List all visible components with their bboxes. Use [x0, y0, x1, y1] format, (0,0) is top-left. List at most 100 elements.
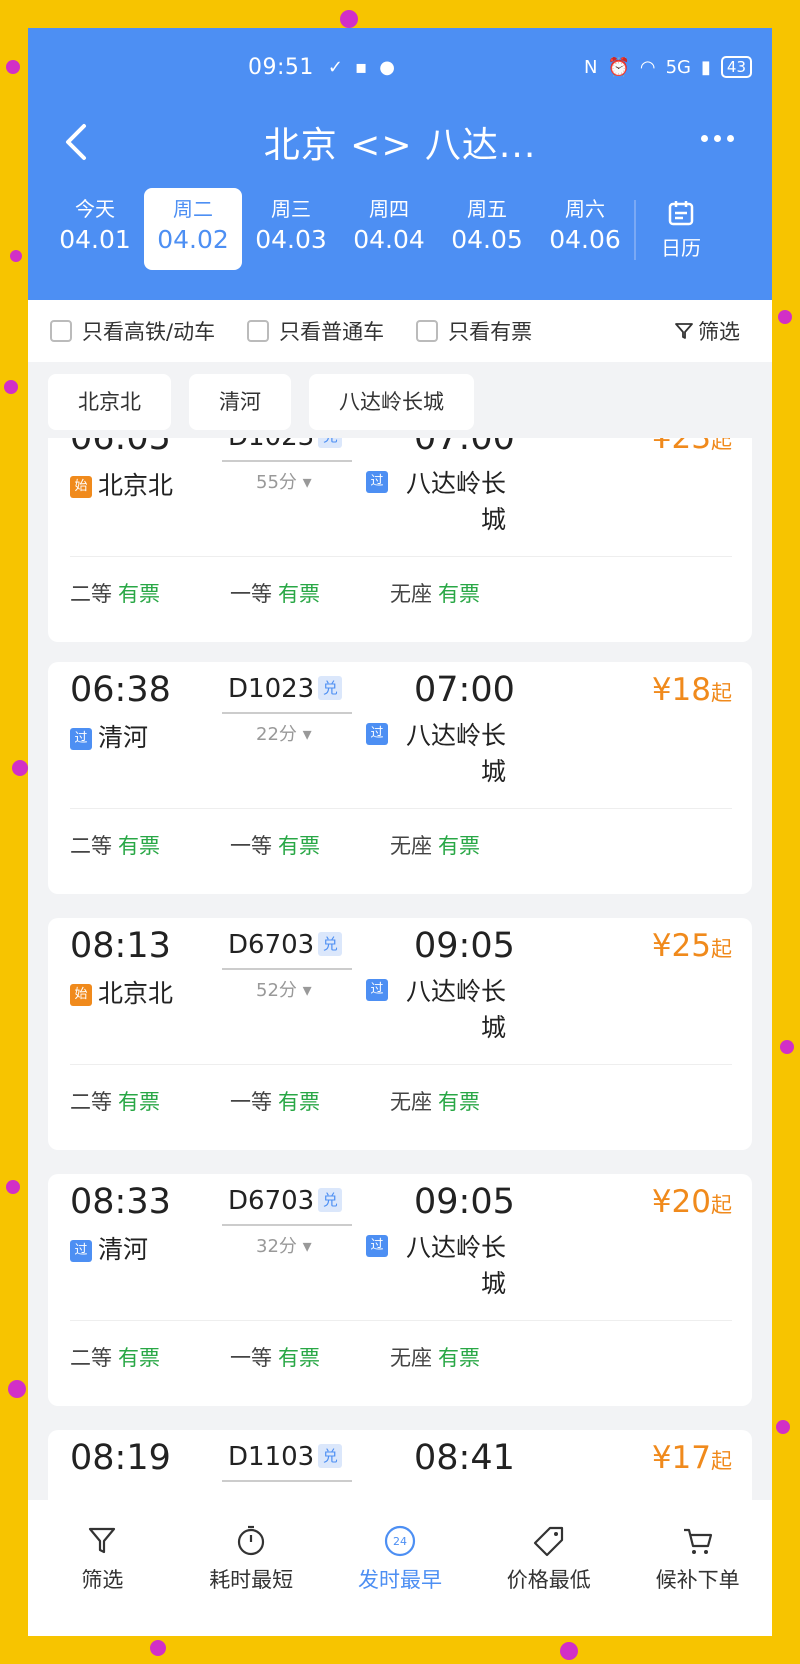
departure-time: 06:38	[70, 670, 171, 710]
sort-label: 耗时最短	[209, 1568, 294, 1592]
signal-icon: ▮	[701, 56, 711, 78]
pass-station-badge: 过	[366, 1235, 388, 1257]
station-chip-beijingbei[interactable]: 北京北	[48, 374, 171, 430]
sort-shortest-duration-button[interactable]: 耗时最短	[186, 1524, 316, 1594]
departure-time: 08:19	[70, 1438, 171, 1478]
seat-class: 无座 有票	[390, 830, 550, 860]
duration[interactable]: 22分 ▾	[256, 720, 312, 746]
train-number-text: D1023	[228, 674, 315, 704]
confetti-dot	[4, 380, 18, 394]
more-options-button[interactable]	[692, 118, 742, 158]
calendar-label: 日历	[661, 236, 701, 260]
seat-status: 有票	[438, 1090, 480, 1114]
sort-earliest-departure-button[interactable]: 24 发时最早	[335, 1524, 465, 1594]
date-tab-label: 周四	[369, 197, 409, 221]
network-label: 5G	[665, 56, 691, 78]
calendar-button[interactable]: 日历	[646, 188, 716, 278]
date-tab-0406[interactable]: 周六 04.06	[536, 188, 634, 270]
message-icon: ●	[379, 56, 395, 78]
divider	[634, 200, 636, 260]
route-line	[222, 1480, 352, 1482]
train-list: 06:05 D1023兑 55分 ▾ 07:00 ¥23起 始北京北 过八达岭长…	[48, 438, 752, 1508]
more-dot-icon	[713, 134, 721, 142]
normal-train-only-checkbox[interactable]: 只看普通车	[247, 316, 384, 346]
departure-station: 始北京北	[70, 974, 173, 1010]
checkbox-icon	[416, 320, 439, 342]
high-speed-only-checkbox[interactable]: 只看高铁/动车	[50, 316, 215, 346]
date-tab-date: 04.06	[549, 225, 621, 254]
divider	[70, 1064, 732, 1065]
departure-station-name: 北京北	[98, 979, 174, 1008]
seat-status: 有票	[118, 582, 160, 606]
page-title: 北京 <> 八达...	[263, 125, 537, 166]
status-time: 09:51	[248, 54, 314, 80]
sort-bar: 筛选 耗时最短 24 发时最早 价格最低 候补下单	[28, 1500, 772, 1636]
station-chip-qinghe[interactable]: 清河	[189, 374, 291, 430]
duration[interactable]: 32分 ▾	[256, 1232, 312, 1258]
departure-station-name: 清河	[98, 723, 149, 752]
dropdown-icon: ▾	[302, 1236, 312, 1257]
price-tag-icon	[533, 1526, 563, 1557]
sort-label: 发时最早	[357, 1568, 442, 1592]
seat-class: 无座 有票	[390, 1342, 550, 1372]
train-card[interactable]: 08:13 D6703 兑 52分 ▾ 09:05 ¥25起 始北京北 过八达岭长…	[48, 918, 752, 1150]
seat-class-name: 二等	[70, 1346, 112, 1370]
date-tab-0403[interactable]: 周三 04.03	[242, 188, 340, 270]
confetti-dot	[776, 1420, 790, 1434]
duration[interactable]: 55分 ▾	[256, 468, 312, 494]
date-tab-0401[interactable]: 今天 04.01	[46, 188, 144, 270]
filter-button[interactable]: 筛选	[674, 316, 740, 346]
waitlist-order-button[interactable]: 候补下单	[633, 1524, 763, 1594]
seat-status: 有票	[118, 1090, 160, 1114]
sort-lowest-price-button[interactable]: 价格最低	[484, 1524, 614, 1594]
seat-class: 二等 有票	[70, 1342, 230, 1372]
departure-time: 06:05	[70, 438, 171, 458]
exchange-badge-icon: 兑	[318, 1444, 343, 1468]
departure-time: 08:33	[70, 1182, 171, 1222]
confetti-dot	[778, 310, 792, 324]
date-tab-date: 04.02	[157, 225, 229, 254]
seat-class-name: 一等	[230, 582, 272, 606]
duration[interactable]: 52分 ▾	[256, 976, 312, 1002]
train-card[interactable]: 08:33 D6703 兑 32分 ▾ 09:05 ¥20起 过清河 过八达岭长城…	[48, 1174, 752, 1406]
arrival-time: 08:41	[414, 1438, 515, 1478]
price-suffix: 起	[711, 1193, 732, 1217]
system-icons: N ⏰ ◠ 5G ▮ 43	[584, 56, 752, 78]
filter-icon	[675, 323, 693, 339]
duration-text: 55分	[256, 472, 297, 493]
seat-class-name: 一等	[230, 834, 272, 858]
date-tab-0402[interactable]: 周二 04.02	[144, 188, 242, 270]
date-tab-label: 周六	[565, 197, 605, 221]
train-number-text: D6703	[228, 930, 315, 960]
train-card[interactable]: 06:38 D1023 兑 22分 ▾ 07:00 ¥18起 过清河 过八达岭长城…	[48, 662, 752, 894]
seat-class: 无座 有票	[390, 578, 550, 608]
divider	[70, 556, 732, 557]
pass-station-badge: 过	[70, 1240, 92, 1262]
pass-station-badge: 过	[70, 728, 92, 750]
price: ¥20起	[652, 1184, 732, 1220]
sort-filter-button[interactable]: 筛选	[37, 1524, 167, 1594]
train-card[interactable]: 08:19 D1103 兑 08:41 ¥17起	[48, 1430, 752, 1508]
battery-indicator: 43	[720, 56, 752, 78]
station-chip-badaling[interactable]: 八达岭长城	[309, 374, 474, 430]
duration-text: 22分	[256, 724, 297, 745]
checkbox-label: 只看普通车	[279, 320, 385, 344]
pass-station-badge: 过	[366, 723, 388, 745]
nfc-icon: N	[583, 56, 598, 78]
train-card[interactable]: 06:05 D1023 兑 55分 ▾ 07:00 ¥23起 始北京北 过八达岭长…	[48, 438, 752, 642]
status-bar: 09:51 ✓ ▪ ● N ⏰ ◠ 5G ▮ 43	[248, 50, 752, 84]
date-tab-0404[interactable]: 周四 04.04	[340, 188, 438, 270]
notification-icon: ✓	[327, 56, 343, 78]
departure-station-name: 清河	[98, 1235, 149, 1264]
price: ¥25起	[652, 928, 732, 964]
seat-status: 有票	[278, 1090, 320, 1114]
available-only-checkbox[interactable]: 只看有票	[416, 316, 532, 346]
departure-station: 过清河	[70, 1230, 148, 1266]
date-tab-date: 04.04	[353, 225, 425, 254]
calendar-icon	[668, 201, 694, 226]
train-number: D1023兑	[228, 674, 343, 704]
seat-class-name: 二等	[70, 834, 112, 858]
date-tab-label: 周五	[467, 197, 507, 221]
more-dot-icon	[700, 134, 708, 142]
date-tab-0405[interactable]: 周五 04.05	[438, 188, 536, 270]
